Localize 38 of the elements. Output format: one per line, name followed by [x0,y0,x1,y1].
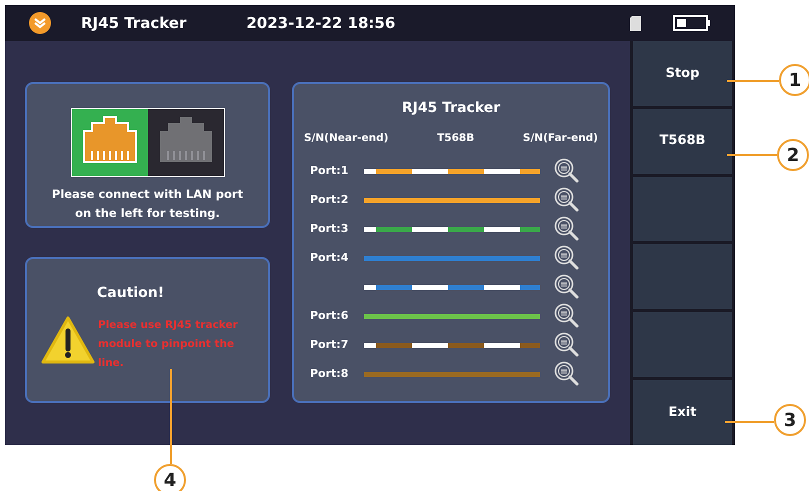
port-label: Port:8 [309,366,350,382]
callout-number: 4 [154,464,186,491]
magnifier-icon[interactable] [554,216,580,242]
warning-icon [40,315,96,365]
caution-message: Please use RJ45 tracker module to pinpoint the line. [98,318,239,371]
port-label: Port:2 [309,192,350,208]
magnifier-icon[interactable] [554,274,580,300]
magnifier-icon[interactable] [554,158,580,184]
magnifier-icon[interactable] [554,245,580,272]
softkey-button[interactable]: Exit [633,380,732,445]
port-label: Port:1 [309,163,350,179]
callout-number: 3 [774,404,806,436]
magnifier-icon[interactable] [554,187,580,214]
magnifier-icon[interactable] [554,332,580,358]
softkey-button[interactable]: T568B [633,108,732,174]
connect-instruction: Please connect with LAN port on the left for testing. [50,186,244,222]
column-header: T568B [437,131,474,146]
callout-number: 2 [777,139,809,171]
battery-icon [673,15,712,31]
port-label: Port:3 [309,221,350,237]
magnifier-icon[interactable] [554,303,580,330]
logo-icon [29,12,51,34]
softkey-button[interactable]: Stop [633,41,732,106]
port-label: Port:7 [309,337,350,353]
port-label: Port:6 [309,308,350,324]
date-time: 2023-12-22 18:56 [246,12,396,34]
leader-line [727,80,779,82]
magnifier-icon[interactable] [554,361,580,388]
tracker-title: RJ45 Tracker [402,99,500,118]
leader-line [727,154,777,156]
leader-line [725,421,774,423]
caution-title: Caution! [97,284,166,303]
sd-card-icon [630,16,642,30]
column-header: S/N(Near-end) [304,131,388,146]
app-title: RJ45 Tracker [81,12,186,34]
callout-number: 1 [779,64,809,96]
column-header: S/N(Far-end) [522,131,598,146]
port-label: Port:4 [309,250,350,266]
